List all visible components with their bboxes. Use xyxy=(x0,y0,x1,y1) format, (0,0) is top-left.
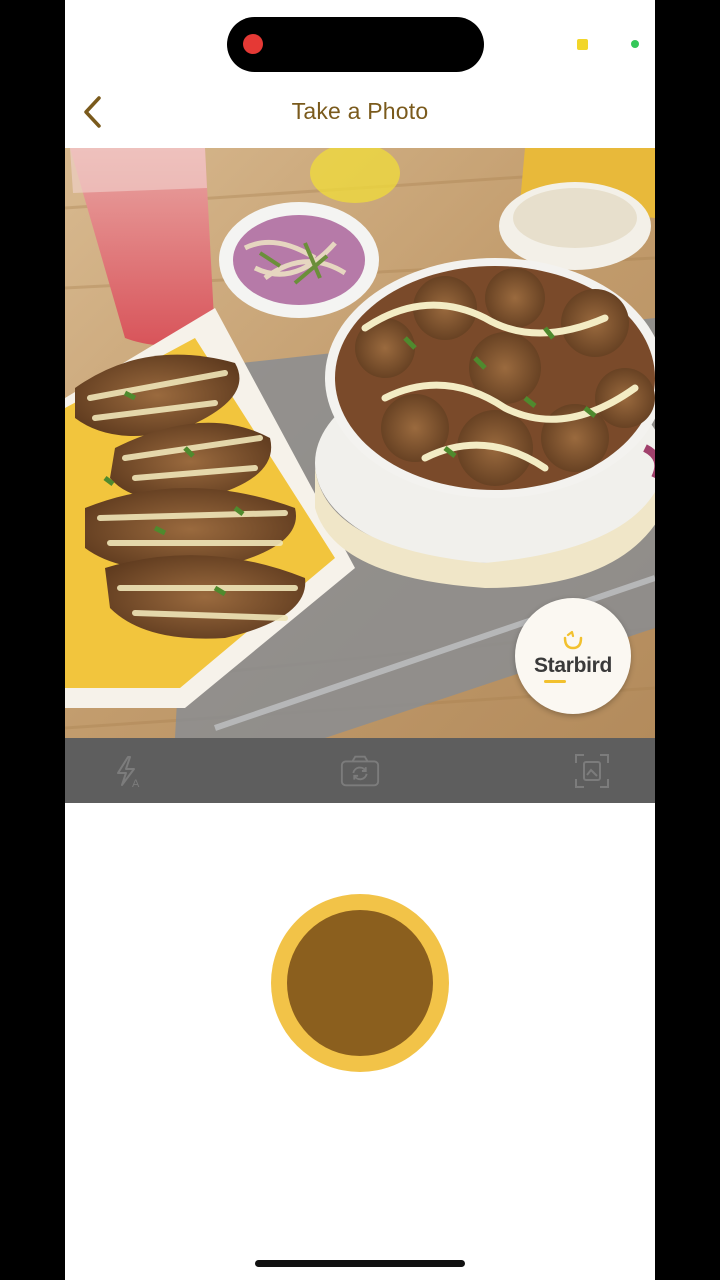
status-indicator-green xyxy=(631,40,639,48)
camera-toolbar: A xyxy=(65,738,655,803)
brand-underline xyxy=(544,679,566,683)
svg-text:A: A xyxy=(132,778,140,790)
brand-name: Starbird xyxy=(533,653,613,677)
gallery-icon xyxy=(575,754,609,788)
gallery-button[interactable] xyxy=(571,750,613,792)
page-title: Take a Photo xyxy=(291,98,429,124)
brand-badge: Starbird xyxy=(515,598,631,714)
dynamic-island xyxy=(227,17,484,72)
flash-auto-icon: A xyxy=(117,756,140,790)
flash-toggle-button[interactable]: A xyxy=(107,750,149,792)
home-indicator[interactable] xyxy=(255,1260,465,1267)
status-indicator-yellow xyxy=(577,39,588,50)
switch-camera-button[interactable] xyxy=(339,750,381,792)
photo-preview: Starbird xyxy=(65,148,655,738)
app-screen: Take a Photo Starbird A xyxy=(65,0,655,1280)
shutter-button[interactable] xyxy=(271,894,449,1072)
recording-indicator-icon xyxy=(243,34,263,54)
starbird-smile-icon xyxy=(563,630,583,649)
camera-switch-icon xyxy=(340,755,380,787)
shutter-button-inner xyxy=(287,910,433,1056)
